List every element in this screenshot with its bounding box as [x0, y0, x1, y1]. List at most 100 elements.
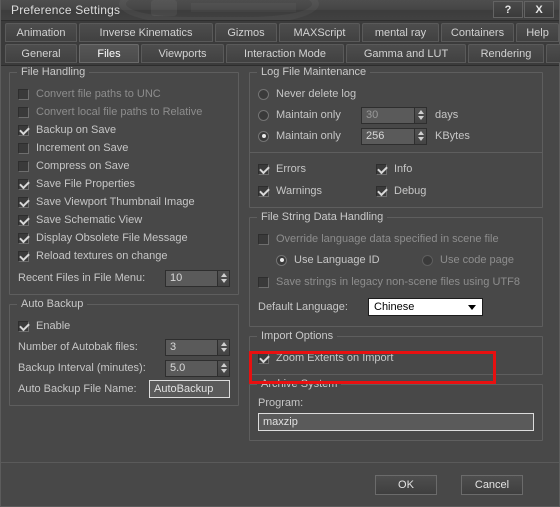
maintain-kbytes-stepper[interactable]: 256 [361, 127, 427, 145]
tab-general[interactable]: General [5, 44, 77, 63]
use-code-page-radio[interactable] [422, 254, 433, 266]
tab-gizmos[interactable]: Gizmos [215, 23, 277, 42]
file-handling-checkbox[interactable] [18, 88, 29, 100]
file-handling-checkbox[interactable] [18, 124, 29, 136]
file-handling-option-row[interactable]: Increment on Save [18, 139, 230, 157]
tab-gamma-and-lut[interactable]: Gamma and LUT [346, 44, 466, 63]
close-button[interactable]: X [524, 1, 554, 18]
maintain-days-stepper[interactable]: 30 [361, 106, 427, 124]
file-handling-option-label: Save File Properties [36, 178, 136, 190]
tab-row-upper: Animation Inverse Kinematics Gizmos MAXScri… [5, 23, 559, 42]
file-handling-checkbox[interactable] [18, 178, 29, 190]
num-autobak-label: Number of Autobak files: [18, 341, 138, 353]
legacy-utf8-label: Save strings in legacy non-scene files u… [276, 276, 520, 288]
tab-label: General [21, 47, 61, 60]
spinner-up-icon[interactable] [417, 131, 424, 135]
auto-backup-enable-row[interactable]: Enable [18, 317, 230, 335]
tab-interaction-mode[interactable]: Interaction Mode [226, 44, 344, 63]
zoom-extents-label: Zoom Extents on Import [276, 352, 394, 364]
spinner-down-icon[interactable] [417, 116, 424, 120]
tab-rendering[interactable]: Rendering [468, 44, 544, 63]
maintain-days-row[interactable]: Maintain only 30 days [258, 106, 534, 124]
maintain-kbytes-input[interactable]: 256 [361, 127, 414, 145]
auto-backup-enable-checkbox[interactable] [18, 320, 29, 332]
tab-animation[interactable]: Animation [5, 23, 77, 42]
backup-interval-spinner-buttons[interactable] [217, 359, 230, 377]
legacy-utf8-checkbox[interactable] [258, 276, 269, 288]
log-errors-label: Errors [276, 163, 306, 175]
tab-containers[interactable]: Containers [441, 23, 514, 42]
spinner-up-icon[interactable] [220, 273, 227, 277]
tab-help[interactable]: Help [516, 23, 559, 42]
file-handling-checkbox[interactable] [18, 142, 29, 154]
file-handling-option-row[interactable]: Convert file paths to UNC [18, 85, 230, 103]
file-handling-option-row[interactable]: Backup on Save [18, 121, 230, 139]
archive-program-input[interactable]: maxzip [258, 413, 534, 431]
use-language-id-radio[interactable] [276, 254, 287, 266]
cancel-button[interactable]: Cancel [461, 474, 523, 495]
zoom-extents-row[interactable]: Zoom Extents on Import [258, 349, 534, 367]
num-autobak-spinner-buttons[interactable] [217, 338, 230, 356]
log-debug-checkbox[interactable] [376, 185, 387, 197]
maintain-days-spinner-buttons[interactable] [414, 106, 427, 124]
maintain-kbytes-spinner-buttons[interactable] [414, 127, 427, 145]
maintain-days-input[interactable]: 30 [361, 106, 414, 124]
log-options-divider [250, 152, 542, 153]
file-handling-option-row[interactable]: Save Schematic View [18, 211, 230, 229]
spinner-down-icon[interactable] [220, 279, 227, 283]
recent-files-spinner-buttons[interactable] [217, 269, 230, 287]
file-handling-checkbox[interactable] [18, 196, 29, 208]
spinner-up-icon[interactable] [220, 342, 227, 346]
zoom-extents-checkbox[interactable] [258, 352, 269, 364]
file-handling-option-row[interactable]: Save Viewport Thumbnail Image [18, 193, 230, 211]
spinner-down-icon[interactable] [220, 369, 227, 373]
num-autobak-row: Number of Autobak files: 3 [18, 338, 230, 356]
tab-inverse-kinematics[interactable]: Inverse Kinematics [79, 23, 213, 42]
tab-maxscript[interactable]: MAXScript [279, 23, 360, 42]
never-delete-log-row[interactable]: Never delete log [258, 85, 534, 103]
log-errors-checkbox[interactable] [258, 163, 269, 175]
file-handling-option-row[interactable]: Compress on Save [18, 157, 230, 175]
log-info-checkbox[interactable] [376, 163, 387, 175]
override-language-checkbox[interactable] [258, 233, 269, 245]
recent-files-input[interactable]: 10 [165, 269, 217, 287]
file-handling-option-row[interactable]: Save File Properties [18, 175, 230, 193]
help-button[interactable]: ? [493, 1, 523, 18]
maintain-days-radio[interactable] [258, 109, 269, 121]
auto-backup-filename-input[interactable]: AutoBackup [149, 380, 230, 398]
maintain-kbytes-row[interactable]: Maintain only 256 KBytes [258, 127, 534, 145]
never-delete-log-radio[interactable] [258, 88, 269, 100]
file-handling-checkbox[interactable] [18, 106, 29, 118]
chevron-down-icon[interactable] [468, 304, 476, 310]
log-debug-label: Debug [394, 185, 427, 197]
log-warnings-checkbox[interactable] [258, 185, 269, 197]
title-bar[interactable]: Preference Settings ? X [1, 0, 559, 21]
spinner-up-icon[interactable] [417, 110, 424, 114]
tab-radiosity[interactable]: Radiosity [546, 44, 560, 63]
file-handling-checkbox[interactable] [18, 250, 29, 262]
legacy-utf8-row[interactable]: Save strings in legacy non-scene files u… [258, 273, 534, 291]
backup-interval-stepper[interactable]: 5.0 [165, 359, 230, 377]
tab-viewports[interactable]: Viewports [141, 44, 224, 63]
spinner-down-icon[interactable] [417, 137, 424, 141]
file-handling-checkbox[interactable] [18, 232, 29, 244]
title-watermark-square-decoration [151, 0, 177, 16]
recent-files-stepper[interactable]: 10 [165, 269, 230, 287]
tab-files[interactable]: Files [79, 44, 139, 63]
maintain-kbytes-radio[interactable] [258, 130, 269, 142]
default-language-dropdown[interactable]: Chinese [368, 298, 483, 316]
num-autobak-input[interactable]: 3 [165, 338, 217, 356]
num-autobak-stepper[interactable]: 3 [165, 338, 230, 356]
import-options-group: Import Options Zoom Extents on Import [249, 330, 543, 375]
tab-mental-ray[interactable]: mental ray [362, 23, 439, 42]
file-handling-option-row[interactable]: Convert local file paths to Relative [18, 103, 230, 121]
spinner-up-icon[interactable] [220, 363, 227, 367]
spinner-down-icon[interactable] [220, 348, 227, 352]
backup-interval-input[interactable]: 5.0 [165, 359, 217, 377]
ok-button[interactable]: OK [375, 474, 437, 495]
file-handling-checkbox[interactable] [18, 214, 29, 226]
file-handling-option-row[interactable]: Reload textures on change [18, 247, 230, 265]
override-language-row[interactable]: Override language data specified in scen… [258, 230, 534, 248]
file-handling-checkbox[interactable] [18, 160, 29, 172]
file-handling-option-row[interactable]: Display Obsolete File Message [18, 229, 230, 247]
